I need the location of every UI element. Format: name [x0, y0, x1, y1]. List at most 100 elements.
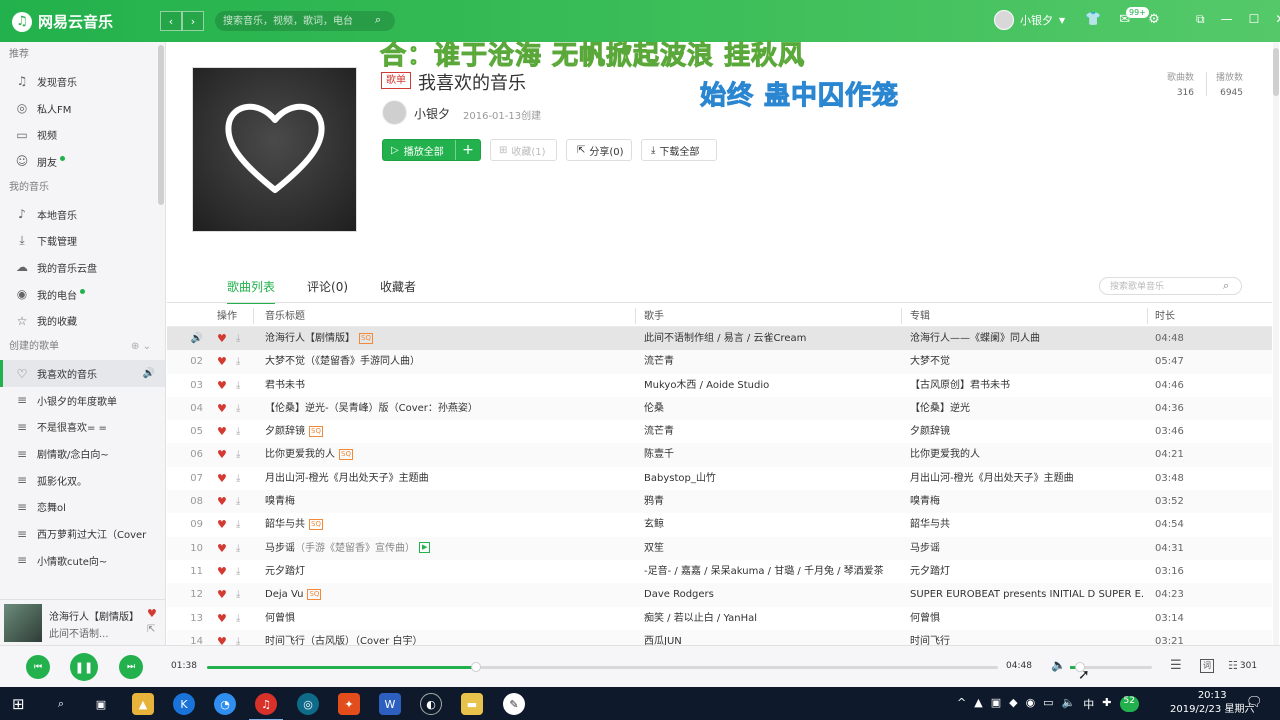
- user-avatar[interactable]: [994, 10, 1014, 30]
- song-artist[interactable]: Dave Rodgers: [644, 583, 894, 606]
- sidebar-item-cloud[interactable]: ☁ 我的音乐云盘: [0, 254, 165, 281]
- user-menu[interactable]: 小银夕 ▼: [994, 10, 1065, 30]
- download-icon[interactable]: ⤓: [236, 490, 240, 513]
- table-row[interactable]: 02 ♥ ⤓ 大梦不觉（《楚留香》手游同人曲） 流芒青 大梦不觉 05:47: [167, 350, 1272, 374]
- download-icon[interactable]: ⤓: [236, 467, 240, 490]
- col-artist[interactable]: 歌手: [644, 307, 664, 322]
- heart-icon[interactable]: ♥: [217, 537, 227, 560]
- song-album[interactable]: SUPER EUROBEAT presents INITIAL D SUPER …: [910, 583, 1145, 606]
- search-icon[interactable]: ⌕: [375, 13, 381, 27]
- play-all-main[interactable]: ▷ 播放全部: [383, 140, 456, 160]
- forward-arrow-icon[interactable]: ›: [182, 11, 204, 31]
- search-input[interactable]: [215, 11, 395, 31]
- sidebar-item-fm[interactable]: ◎ 私人FM: [0, 95, 165, 122]
- tray-badge[interactable]: 52: [1119, 696, 1139, 712]
- ime-indicator[interactable]: 中: [1083, 696, 1094, 712]
- download-icon[interactable]: ⤓: [236, 537, 240, 560]
- song-artist[interactable]: -足音- / 嘉嘉 / 呆呆akuma / 甘璐 / 千月兔 / 琴酒爱茶: [644, 560, 894, 583]
- heart-icon[interactable]: ♥: [217, 607, 227, 630]
- user-name[interactable]: 小银夕: [1020, 12, 1053, 28]
- app-icon-steam[interactable]: ◎: [297, 693, 319, 715]
- heart-icon[interactable]: ♥: [217, 327, 227, 350]
- app-icon-browser[interactable]: ✎: [503, 693, 525, 715]
- song-album[interactable]: 马步谣: [910, 537, 1145, 560]
- add-to-queue-icon[interactable]: +: [456, 142, 480, 158]
- table-row[interactable]: 10 ♥ ⤓ 马步谣（手游《楚留香》宣传曲） ▶ 双笙 马步谣 04:31: [167, 536, 1272, 560]
- song-title[interactable]: 比你更爱我的人 SQ: [265, 443, 635, 466]
- now-playing-card[interactable]: 沧海行人【剧情版】 此间不语制... ♥ ⇱: [0, 599, 166, 645]
- task-view-icon[interactable]: ▣: [90, 693, 112, 715]
- network-icon[interactable]: ▭: [1043, 696, 1053, 712]
- taskbar-clock[interactable]: 20:13 2019/2/23 星期六: [1170, 689, 1254, 717]
- creator-name[interactable]: 小银夕: [414, 105, 450, 122]
- table-row[interactable]: 12 ♥ ⤓ Deja Vu SQ Dave Rodgers SUPER EUROBEAT …: [167, 583, 1272, 607]
- tray-app-icon[interactable]: ▲: [974, 696, 982, 712]
- maximize-icon[interactable]: ☐: [1249, 12, 1260, 27]
- desktop-lyric-line-1[interactable]: 合：谁于沧海 无帆掀起波浪 挂秋风: [379, 35, 805, 72]
- share-icon[interactable]: ⇱: [147, 624, 155, 635]
- chevron-down-icon[interactable]: ▼: [1059, 16, 1065, 25]
- desktop-lyric-line-2[interactable]: 始终 蛊中囚作笼: [699, 75, 899, 112]
- download-icon[interactable]: ⤓: [236, 607, 240, 630]
- previous-icon[interactable]: ⏮: [26, 655, 50, 679]
- table-row[interactable]: 03 ♥ ⤓ 君书未书 Mukyo木西 / Aoide Studio 【古风原创】君书未书…: [167, 374, 1272, 397]
- song-title[interactable]: 元夕踏灯: [265, 560, 635, 583]
- back-arrow-icon[interactable]: ‹: [160, 11, 182, 31]
- download-icon[interactable]: ⤓: [236, 327, 240, 350]
- song-title[interactable]: 大梦不觉（《楚留香》手游同人曲）: [265, 350, 635, 373]
- tray-app-icon[interactable]: ◉: [1026, 696, 1036, 712]
- table-row[interactable]: 06 ♥ ⤓ 比你更爱我的人 SQ 陈壹千 比你更爱我的人 04:21: [167, 443, 1272, 467]
- song-album[interactable]: 大梦不觉: [910, 350, 1145, 373]
- heart-icon[interactable]: ♥: [217, 443, 227, 466]
- lyric-toggle-button[interactable]: 词: [1200, 659, 1214, 673]
- col-album[interactable]: 专辑: [910, 307, 930, 322]
- table-row[interactable]: 05 ♥ ⤓ 夕颜辞镜 SQ 流芒青 夕颜辞镜 03:46: [167, 420, 1272, 443]
- song-album[interactable]: 何曾惧: [910, 607, 1145, 630]
- song-album[interactable]: 韶华与共: [910, 513, 1145, 536]
- table-row[interactable]: 🔊 ♥ ⤓ 沧海行人【剧情版】 SQ 此间不语制作组 / 易言 / 云雀Cream 沧海行人…: [167, 327, 1272, 351]
- skin-icon[interactable]: 👕: [1085, 12, 1101, 27]
- app-icon-word[interactable]: W: [379, 693, 401, 715]
- song-title[interactable]: Deja Vu SQ: [265, 583, 635, 606]
- song-artist[interactable]: 西瓜JUN: [644, 630, 894, 645]
- chevron-up-icon[interactable]: ^: [957, 696, 966, 712]
- now-playing-artist[interactable]: 此间不语制...: [49, 625, 109, 640]
- search-icon[interactable]: ⌕: [1223, 279, 1229, 293]
- share-button[interactable]: ⇱ 分享(0): [566, 139, 632, 161]
- heart-icon[interactable]: ♥: [147, 607, 157, 620]
- sidebar-item-playlist[interactable]: ≡ 西万萝莉过大江（Cover: [0, 520, 165, 547]
- heart-icon[interactable]: ♥: [217, 490, 227, 513]
- tab-song-list[interactable]: 歌曲列表: [227, 278, 276, 304]
- progress-slider[interactable]: [207, 662, 998, 672]
- sidebar-item-playlist[interactable]: ≡ 孤影化双。: [0, 467, 165, 494]
- notification-icon[interactable]: 🗨: [1246, 695, 1263, 710]
- collapse-icon[interactable]: ⌄: [143, 341, 151, 352]
- scrollbar-thumb[interactable]: [1273, 48, 1279, 96]
- song-artist[interactable]: 伦桑: [644, 397, 894, 420]
- song-album[interactable]: 沧海行人——《蝶阑》同人曲: [910, 327, 1145, 350]
- app-icon-game[interactable]: ▲: [132, 693, 154, 715]
- heart-icon[interactable]: ♥: [217, 560, 227, 583]
- mini-mode-icon[interactable]: ⧉: [1196, 12, 1205, 27]
- song-artist[interactable]: 流芒青: [644, 350, 894, 373]
- sidebar-item-playlist[interactable]: ≡ 不是很喜欢= =: [0, 414, 165, 441]
- sidebar-item-downloads[interactable]: ⤓ 下载管理: [0, 227, 165, 254]
- song-artist[interactable]: Babystop_山竹: [644, 467, 894, 490]
- table-row[interactable]: 09 ♥ ⤓ 韶华与共 SQ 玄鲸 韶华与共 04:54: [167, 513, 1272, 536]
- song-artist[interactable]: 流芒青: [644, 420, 894, 443]
- sidebar-item-video[interactable]: ▭ 视频: [0, 121, 165, 148]
- song-album[interactable]: 月出山河-橙光《月出处天子》主题曲: [910, 467, 1145, 490]
- app-icon-obs[interactable]: ◐: [420, 693, 442, 715]
- tray-app-icon[interactable]: ◆: [1009, 696, 1017, 712]
- next-icon[interactable]: ⏭: [119, 655, 143, 679]
- speaker-icon[interactable]: 🔈: [1062, 696, 1076, 712]
- avatar[interactable]: [382, 100, 407, 125]
- heart-icon[interactable]: ♥: [217, 420, 227, 443]
- song-title[interactable]: 嗅青梅: [265, 490, 635, 513]
- now-playing-cover[interactable]: [4, 604, 42, 642]
- song-artist[interactable]: 陈壹千: [644, 443, 894, 466]
- song-album[interactable]: 【伦桑】逆光: [910, 397, 1145, 420]
- sidebar-item-playlist[interactable]: ≡ 剧情歌/念白向~: [0, 440, 165, 467]
- gear-icon[interactable]: ⚙: [1148, 12, 1160, 27]
- sidebar-item-local-music[interactable]: ♪ 本地音乐: [0, 201, 165, 228]
